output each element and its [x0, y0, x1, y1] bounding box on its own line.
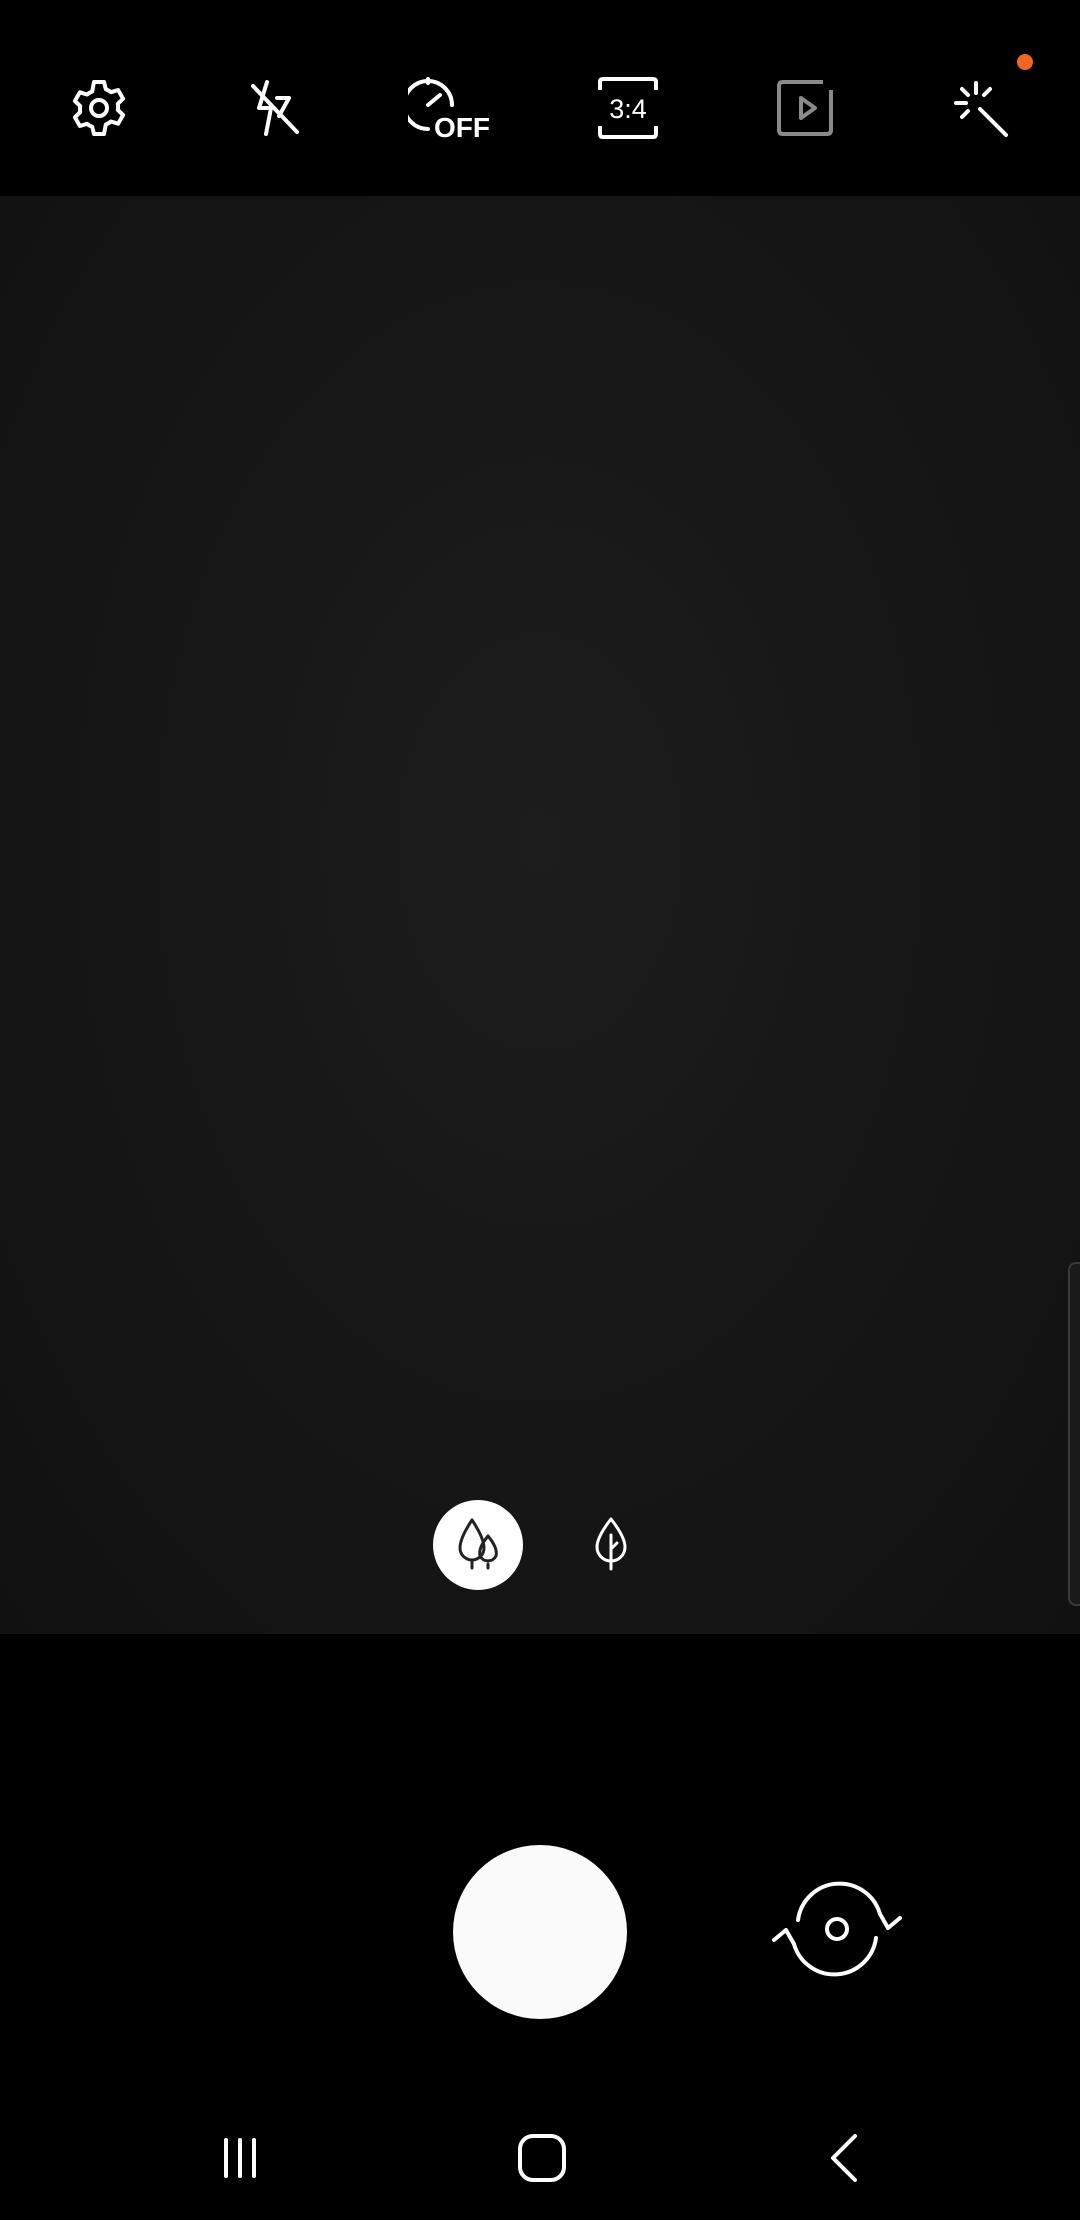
- aspect-ratio-button[interactable]: 3:4: [589, 69, 667, 147]
- timer-button[interactable]: OFF: [408, 69, 494, 147]
- camera-viewfinder[interactable]: [0, 196, 1080, 1634]
- aspect-ratio-label: 3:4: [609, 94, 647, 124]
- filters-button[interactable]: [942, 69, 1020, 147]
- motion-photo-icon: [775, 78, 835, 138]
- home-button[interactable]: [502, 2120, 582, 2200]
- switch-camera-button[interactable]: [762, 1866, 912, 1996]
- motion-photo-button[interactable]: [766, 69, 844, 147]
- magic-wand-icon: [950, 77, 1012, 139]
- two-trees-icon: [454, 1516, 502, 1575]
- lens-normal-button[interactable]: [566, 1500, 656, 1590]
- back-button[interactable]: [805, 2120, 885, 2200]
- flash-off-icon: [245, 78, 305, 138]
- settings-button[interactable]: [60, 69, 138, 147]
- timer-off-label: OFF: [434, 112, 490, 141]
- gear-icon: [68, 77, 130, 139]
- back-icon: [823, 2132, 867, 2189]
- single-tree-icon: [593, 1515, 629, 1576]
- lens-wide-button[interactable]: [433, 1500, 523, 1590]
- recent-apps-button[interactable]: [200, 2120, 280, 2200]
- shutter-button[interactable]: [453, 1845, 627, 2019]
- recent-apps-icon: [216, 2134, 264, 2187]
- top-toolbar: OFF 3:4: [0, 0, 1080, 196]
- zoom-slider-handle[interactable]: [1068, 1262, 1080, 1606]
- switch-camera-icon: [762, 1864, 912, 1999]
- flash-button[interactable]: [236, 69, 314, 147]
- notification-dot: [1017, 54, 1033, 70]
- timer-icon: OFF: [408, 75, 494, 141]
- home-icon: [516, 2132, 568, 2189]
- aspect-ratio-icon: 3:4: [596, 76, 660, 140]
